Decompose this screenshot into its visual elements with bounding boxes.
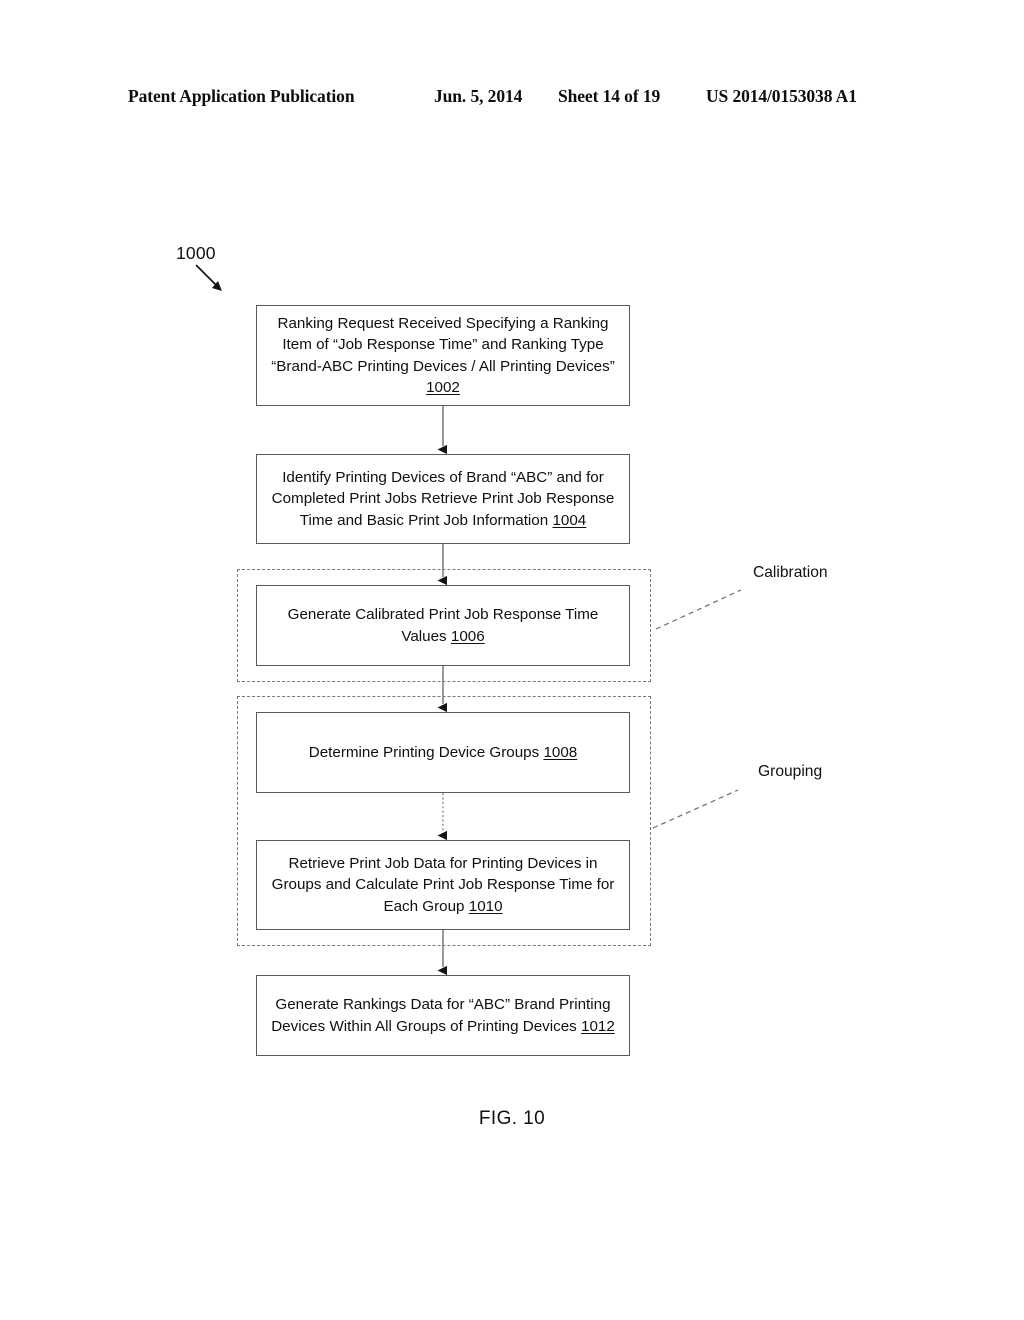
process-box-1002-text: Ranking Request Received Specifying a Ra… [271,314,615,397]
process-box-1010[interactable]: Retrieve Print Job Data for Printing Dev… [256,840,630,930]
process-box-1002[interactable]: Ranking Request Received Specifying a Ra… [256,305,630,406]
figure-caption: FIG. 10 [478,1108,546,1129]
process-box-1002-ref: 1002 [426,379,460,396]
process-box-1004[interactable]: Identify Printing Devices of Brand “ABC”… [256,454,630,544]
process-box-1008-ref: 1008 [543,743,578,761]
process-box-1006-ref: 1006 [450,627,485,645]
flow-reference-numeral: 1000 [176,243,216,263]
process-box-1006[interactable]: Generate Calibrated Print Job Response T… [256,585,630,666]
process-box-1008[interactable]: Determine Printing Device Groups 1008 [256,712,630,793]
process-box-1010-text: Retrieve Print Job Data for Printing Dev… [271,854,615,915]
process-box-1012-text: Generate Rankings Data for “ABC” Brand P… [271,996,615,1035]
flowchart-figure: 1000 Ranking Request Received Specifying… [0,0,1024,1320]
process-box-1012[interactable]: Generate Rankings Data for “ABC” Brand P… [256,975,630,1056]
process-box-1006-text: Generate Calibrated Print Job Response T… [287,606,599,645]
process-box-1004-ref: 1004 [552,511,587,529]
process-box-1004-text: Identify Printing Devices of Brand “ABC”… [271,468,615,529]
process-box-1008-text: Determine Printing Device Groups 1008 [308,743,578,761]
grouping-label: Grouping [758,763,823,780]
process-box-1010-ref: 1010 [468,897,503,915]
process-box-1012-ref: 1012 [581,1017,615,1035]
calibration-label: Calibration [753,564,828,581]
